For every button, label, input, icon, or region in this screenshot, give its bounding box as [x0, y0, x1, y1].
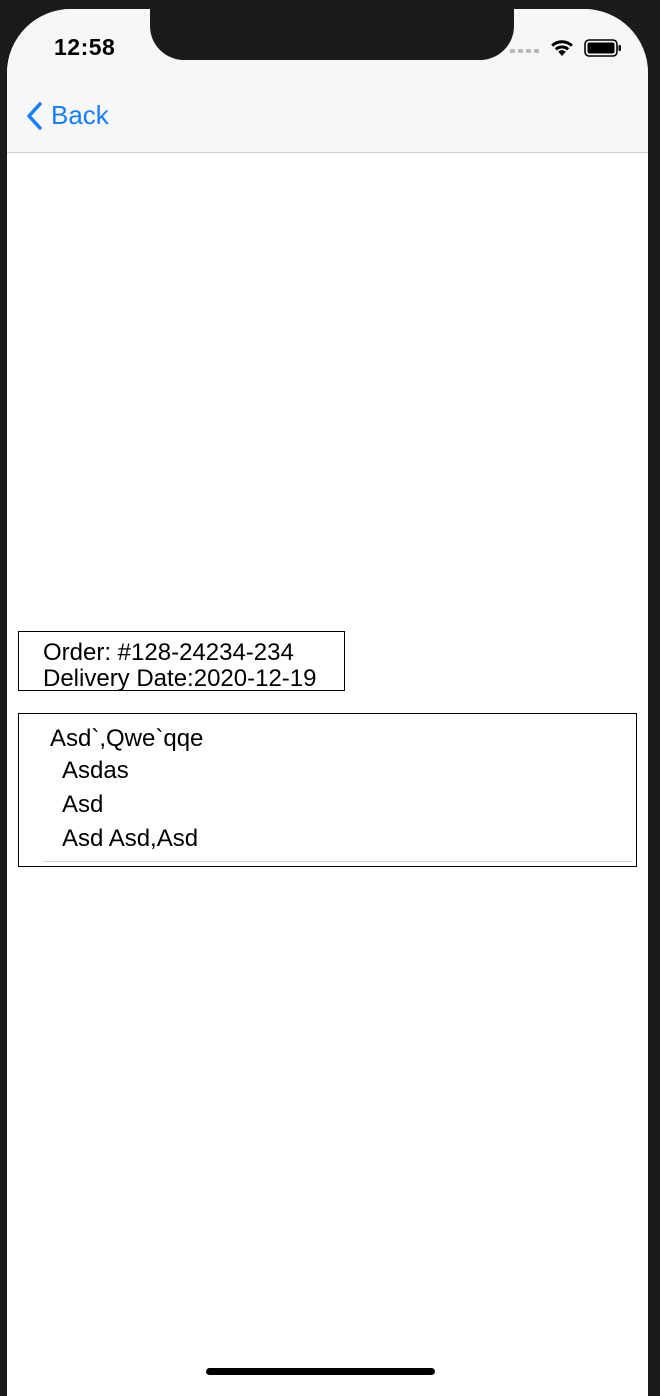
order-info-box: Order: #128-24234-234 Delivery Date:2020…	[18, 631, 345, 692]
status-time: 12:58	[54, 34, 116, 60]
battery-icon	[584, 39, 621, 57]
chevron-left-icon	[27, 101, 42, 130]
status-icons	[510, 37, 622, 59]
order-items-box: Asd`,Qwe`qqe Asdas Asd Asd Asd,Asd	[18, 713, 637, 867]
home-indicator[interactable]	[206, 1368, 435, 1375]
item-line: Asdas	[62, 757, 129, 784]
item-line: Asd Asd,Asd	[62, 825, 199, 852]
app-screen: 12:58 Back Order: #128-24234-234 Deliver…	[7, 9, 648, 1396]
order-number: Order: #128-24234-234	[43, 639, 294, 666]
item-line: Asd	[62, 791, 104, 818]
item-divider	[43, 861, 632, 862]
wifi-icon	[551, 40, 573, 56]
device-frame: 12:58 Back Order: #128-24234-234 Deliver…	[0, 0, 660, 1396]
back-button[interactable]: Back	[25, 100, 109, 131]
cellular-signal-icon	[510, 49, 539, 53]
back-button-label: Back	[51, 100, 109, 130]
item-header: Asd`,Qwe`qqe	[50, 725, 204, 752]
delivery-date: Delivery Date:2020-12-19	[43, 665, 317, 692]
device-notch	[150, 9, 514, 60]
